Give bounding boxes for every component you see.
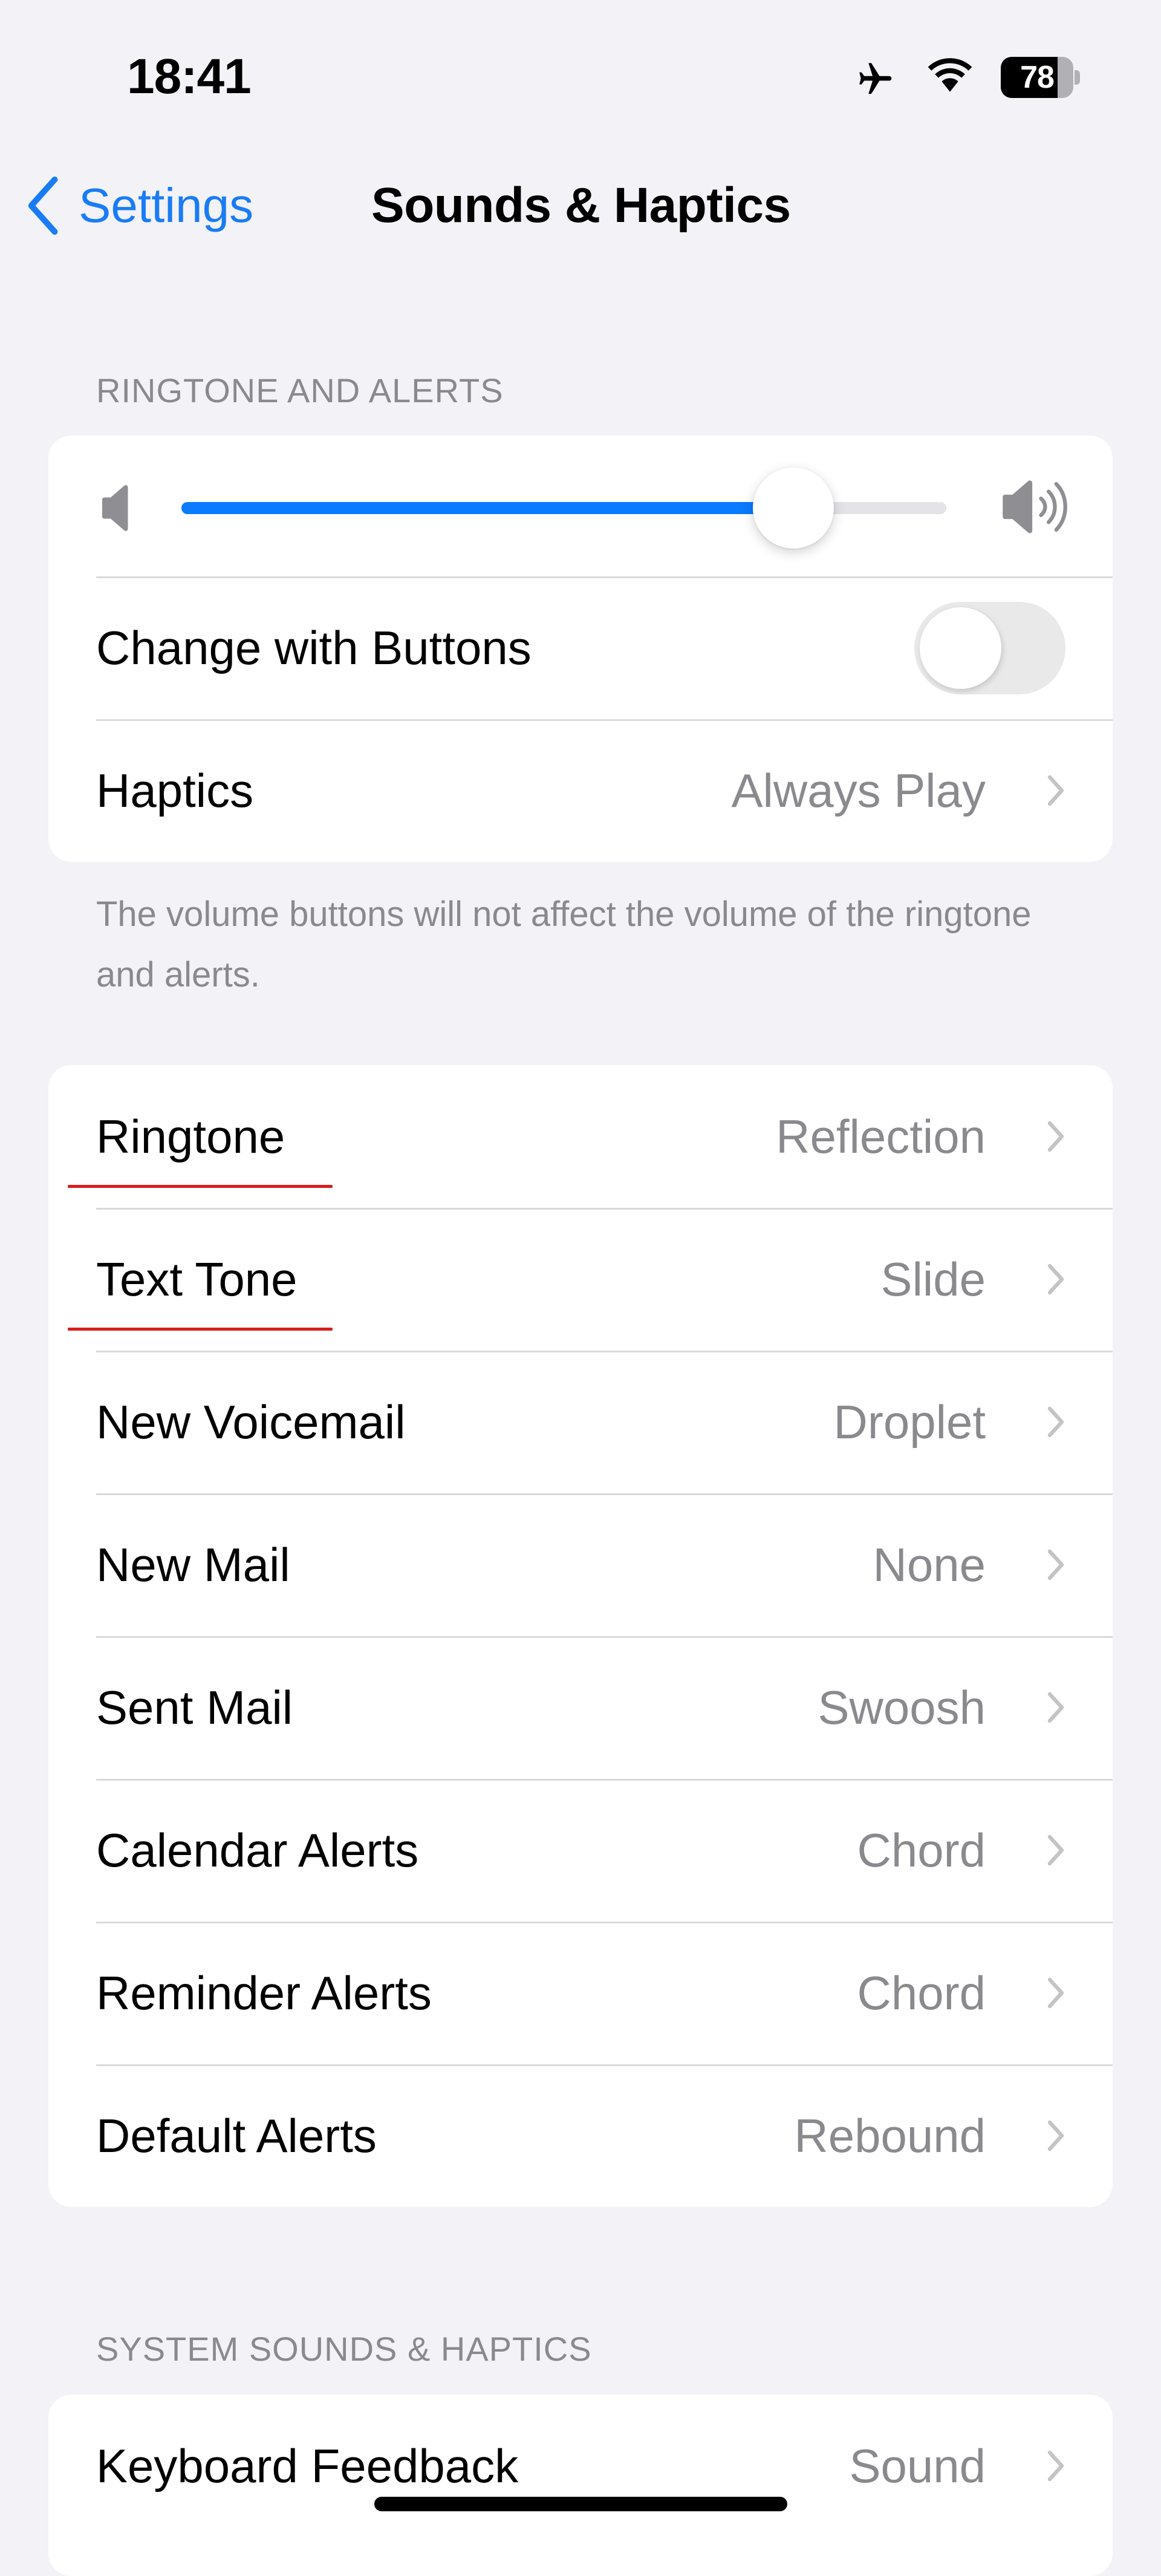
- system-sounds-card: Keyboard Feedback Sound: [48, 2395, 1113, 2576]
- change-with-buttons-toggle[interactable]: [914, 601, 1065, 694]
- default-alerts-label: Default Alerts: [96, 2108, 377, 2162]
- chevron-right-icon: [1047, 2120, 1064, 2151]
- section-header-system-sounds: SYSTEM SOUNDS & HAPTICS: [96, 2330, 592, 2368]
- volume-footer-note: The volume buttons will not affect the v…: [96, 895, 1032, 994]
- keyboard-feedback-label: Keyboard Feedback: [96, 2439, 519, 2493]
- text-tone-label: Text Tone: [96, 1252, 298, 1306]
- new-voicemail-value: Droplet: [833, 1395, 986, 1449]
- new-mail-label: New Mail: [96, 1537, 290, 1591]
- text-tone-value: Slide: [880, 1252, 986, 1306]
- ringtone-row[interactable]: Ringtone Reflection: [48, 1065, 1113, 1208]
- volume-slider[interactable]: [181, 468, 946, 549]
- chevron-right-icon: [1047, 1406, 1064, 1438]
- chevron-left-icon: [28, 176, 58, 235]
- sent-mail-label: Sent Mail: [96, 1680, 293, 1734]
- text-tone-row[interactable]: Text Tone Slide: [48, 1208, 1113, 1351]
- battery-icon: 78: [1001, 57, 1081, 98]
- section-header-ringtone-alerts: RINGTONE AND ALERTS: [96, 371, 504, 409]
- back-button-label: Settings: [79, 178, 254, 232]
- sent-mail-value: Swoosh: [818, 1680, 986, 1734]
- ringtone-alerts-card: Change with Buttons Haptics Always Play: [48, 435, 1113, 862]
- battery-nub: [1075, 70, 1080, 85]
- ringtone-label: Ringtone: [96, 1109, 285, 1163]
- reminder-alerts-row[interactable]: Reminder Alerts Chord: [48, 1922, 1113, 2064]
- volume-slider-thumb[interactable]: [753, 468, 834, 549]
- chevron-right-icon: [1047, 1977, 1064, 2009]
- sent-mail-row[interactable]: Sent Mail Swoosh: [48, 1636, 1113, 1779]
- chevron-right-icon: [1047, 1264, 1064, 1295]
- new-voicemail-label: New Voicemail: [96, 1395, 406, 1449]
- change-with-buttons-label: Change with Buttons: [96, 621, 532, 674]
- chevron-right-icon: [1047, 1549, 1064, 1580]
- reminder-alerts-value: Chord: [857, 1966, 986, 2020]
- home-indicator[interactable]: [374, 2497, 787, 2511]
- toggle-knob: [920, 607, 1001, 689]
- airplane-mode-icon: [859, 63, 892, 94]
- calendar-alerts-row[interactable]: Calendar Alerts Chord: [48, 1779, 1113, 1922]
- chevron-right-icon: [1047, 2450, 1064, 2482]
- back-button[interactable]: Settings: [24, 172, 253, 239]
- change-with-buttons-row: Change with Buttons: [48, 576, 1113, 719]
- ringtone-value: Reflection: [776, 1109, 986, 1163]
- haptics-value: Always Play: [731, 763, 986, 817]
- reminder-alerts-label: Reminder Alerts: [96, 1966, 432, 2020]
- wifi-icon: [928, 58, 972, 92]
- speaker-low-icon: [102, 485, 128, 531]
- status-time: 18:41: [127, 49, 252, 104]
- tones-card: Ringtone Reflection Text Tone Slide New …: [48, 1065, 1113, 2207]
- haptics-row[interactable]: Haptics Always Play: [48, 719, 1113, 862]
- speaker-high-icon: [1003, 480, 1067, 533]
- red-underline-annotation: [68, 1328, 333, 1331]
- chevron-right-icon: [1047, 1121, 1064, 1152]
- new-mail-value: None: [873, 1537, 986, 1591]
- haptics-label: Haptics: [96, 763, 254, 817]
- volume-slider-row: [48, 435, 1113, 576]
- calendar-alerts-value: Chord: [857, 1823, 986, 1877]
- chevron-right-icon: [1047, 1692, 1064, 1723]
- chevron-right-icon: [1047, 1834, 1064, 1866]
- battery-percentage: 78: [1020, 60, 1055, 95]
- chevron-right-icon: [1047, 775, 1064, 806]
- keyboard-feedback-row[interactable]: Keyboard Feedback Sound: [48, 2395, 1113, 2537]
- page-title: Sounds & Haptics: [371, 178, 791, 233]
- default-alerts-value: Rebound: [794, 2108, 986, 2162]
- default-alerts-row[interactable]: Default Alerts Rebound: [48, 2064, 1113, 2207]
- new-mail-row[interactable]: New Mail None: [48, 1493, 1113, 1636]
- volume-slider-fill: [181, 502, 793, 514]
- calendar-alerts-label: Calendar Alerts: [96, 1823, 419, 1877]
- keyboard-feedback-value: Sound: [849, 2439, 986, 2493]
- new-voicemail-row[interactable]: New Voicemail Droplet: [48, 1351, 1113, 1493]
- red-underline-annotation: [68, 1185, 333, 1188]
